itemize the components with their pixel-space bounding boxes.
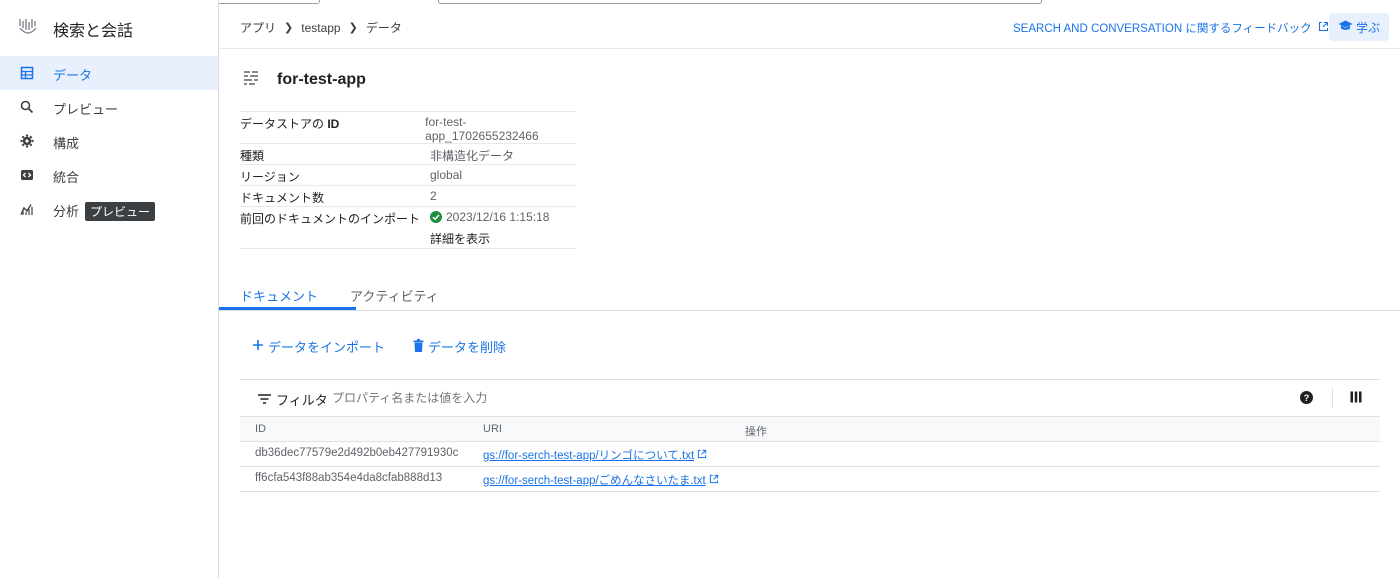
chevron-right-icon: ❯ [348,22,358,34]
tab-bar: ドキュメント アクティビティ [219,276,1400,311]
table-row: db36dec77579e2d492b0eb427791930c gs://fo… [240,442,1380,467]
breadcrumb-item-current: データ [365,21,402,35]
delete-data-label: データを削除 [428,340,507,355]
tab-documents[interactable]: ドキュメント [240,286,318,305]
property-value: 2023/12/16 1:15:18 [446,210,550,224]
learn-button[interactable]: 学ぶ [1329,13,1389,41]
property-key: ドキュメント数 [240,191,325,205]
property-value: global [430,168,463,182]
property-value: 非構造化データ [430,149,515,163]
plus-icon [252,339,264,354]
column-header-id[interactable]: ID [255,423,266,435]
property-key: リージョン [240,170,300,184]
sidebar-item-config[interactable]: 構成 [0,124,218,158]
filter-bar: フィルタ ? [240,379,1380,416]
sidebar-item-label: 統合 [53,170,80,185]
datastore-icon [243,70,259,89]
property-row-doc-count: ドキュメント数 2 [240,186,576,207]
svg-text:?: ? [1304,393,1310,403]
active-tab-indicator [219,307,356,310]
breadcrumb: アプリ ❯ testapp ❯ データ [240,19,402,36]
table-row: ff6cfa543f88ab354e4da8cfab888d13 gs://fo… [240,467,1380,492]
document-uri-link[interactable]: gs://for-serch-test-app/ごめんなさいたま.txt [483,472,719,488]
document-id: db36dec77579e2d492b0eb427791930c [255,447,459,459]
tab-activity[interactable]: アクティビティ [350,286,439,305]
import-data-label: データをインポート [268,340,386,355]
feedback-link[interactable]: SEARCH AND CONVERSATION に関するフィードバック [1013,20,1329,36]
search-conversation-logo-icon [16,16,40,40]
sidebar-item-label: データ [53,68,93,83]
filter-icon [258,392,271,407]
help-icon[interactable]: ? [1300,391,1313,407]
sidebar-item-integration[interactable]: 統合 [0,158,218,192]
sidebar-item-label-wrap: 分析 プレビュー [53,201,156,221]
check-circle-icon [430,211,442,226]
property-key-bold: ID [327,117,340,131]
chevron-right-icon: ❯ [284,22,294,34]
sidebar-item-label: 分析 [53,204,80,219]
property-row-region: リージョン global [240,165,576,186]
document-uri: gs://for-serch-test-app/ごめんなさいたま.txt [483,475,706,487]
trash-icon [413,338,424,355]
document-uri: gs://for-serch-test-app/リンゴについて.txt [483,450,695,462]
document-actions: データをインポート データを削除 [252,337,534,356]
app-brand[interactable]: 検索と会話 [0,0,218,56]
open-in-new-icon [1318,21,1329,35]
table-icon [20,66,34,80]
learn-label: 学ぶ [1355,20,1380,35]
filter-input[interactable] [332,391,932,405]
property-value-wrap: 2023/12/16 1:15:18 詳細を表示 [430,207,549,248]
sidebar-item-analytics[interactable]: 分析 プレビュー [0,192,218,226]
breadcrumb-item-apps[interactable]: アプリ [240,19,276,36]
property-row-last-import: 前回のドキュメントのインポート 2023/12/16 1:15:18 詳細を表示 [240,207,576,249]
column-display-icon[interactable] [1350,391,1362,406]
property-value: for-test-app_1702655232466 [425,115,539,143]
show-details-link[interactable]: 詳細を表示 [430,230,549,247]
filter-label: フィルタ [276,393,328,408]
gear-icon [20,134,34,148]
page-title: for-test-app [277,70,366,88]
property-value: 2 [430,189,437,203]
property-row-type: 種類 非構造化データ [240,144,576,165]
sidebar-item-preview[interactable]: プレビュー [0,90,218,124]
code-icon [20,168,34,182]
sidebar: 検索と会話 データ プレビュー 構成 統合 分析 プレビュー [0,0,219,578]
datastore-title-row: for-test-app [243,70,366,89]
property-key-prefix: データストアの [240,117,328,131]
documents-table: フィルタ ? ID URI 操作 db36dec77579e2d492b0eb4… [240,379,1380,492]
property-key: 前回のドキュメントのインポート [240,212,421,226]
sidebar-item-label: プレビュー [53,102,119,117]
analytics-icon [20,202,34,216]
property-row-id: データストアの ID for-test-app_1702655232466 [240,112,576,144]
app-name: 検索と会話 [53,23,134,40]
document-uri-link[interactable]: gs://for-serch-test-app/リンゴについて.txt [483,447,707,463]
table-header: ID URI 操作 [240,416,1380,442]
property-key: 種類 [240,149,265,163]
breadcrumb-item-app[interactable]: testapp [301,21,340,35]
property-key: データストアの ID [240,112,425,143]
feedback-label: SEARCH AND CONVERSATION に関するフィードバック [1013,23,1312,35]
column-header-uri[interactable]: URI [483,423,502,435]
school-icon [1338,20,1353,35]
sidebar-item-label: 構成 [53,136,80,151]
column-header-actions: 操作 [745,426,767,438]
page-header: アプリ ❯ testapp ❯ データ SEARCH AND CONVERSAT… [219,0,1400,49]
toolbar-divider [1332,388,1333,408]
open-in-new-icon [697,449,707,462]
datastore-properties: データストアの ID for-test-app_1702655232466 種類… [240,111,576,249]
search-icon [20,100,34,114]
import-data-button[interactable]: データをインポート [252,337,385,356]
delete-data-button[interactable]: データを削除 [413,337,506,356]
preview-badge: プレビュー [85,202,156,221]
sidebar-item-data[interactable]: データ [0,56,218,90]
document-id: ff6cfa543f88ab354e4da8cfab888d13 [255,472,443,484]
open-in-new-icon [709,474,719,487]
